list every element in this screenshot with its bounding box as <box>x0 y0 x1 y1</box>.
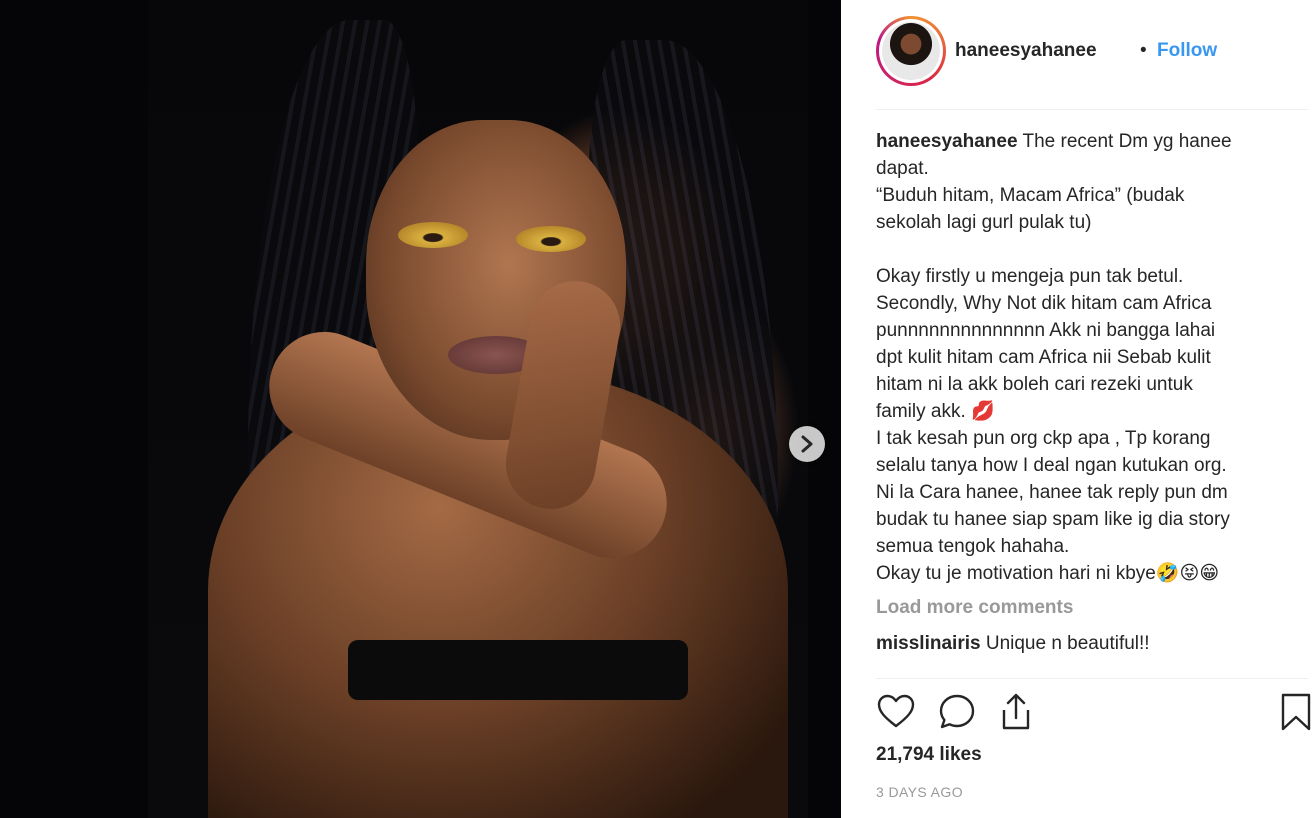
chevron-right-icon <box>801 435 813 453</box>
comment-bubble-icon <box>939 694 975 729</box>
photo-eye-right <box>516 226 586 252</box>
avatar-image <box>882 22 940 80</box>
next-image-button[interactable] <box>789 426 825 462</box>
comment-text: Unique n beautiful!! <box>980 633 1150 654</box>
post-caption: haneesyahanee The recent Dm yg hanee dap… <box>876 128 1286 587</box>
post-photo <box>148 0 808 818</box>
likes-count[interactable]: 21,794 likes <box>876 744 982 766</box>
action-bar <box>876 692 1311 734</box>
comment-item: misslinairis Unique n beautiful!! <box>876 633 1286 655</box>
photo-top <box>348 640 688 700</box>
avatar[interactable] <box>876 16 946 86</box>
comment-username[interactable]: misslinairis <box>876 633 981 654</box>
comment-button[interactable] <box>937 692 977 732</box>
actions-divider <box>876 678 1308 679</box>
comments-section: haneesyahanee The recent Dm yg hanee dap… <box>876 128 1286 655</box>
post-side-panel: haneesyahanee • Follow haneesyahanee The… <box>841 0 1313 818</box>
share-button[interactable] <box>996 692 1036 732</box>
caption-text: The recent Dm yg hanee dapat. “Buduh hit… <box>876 131 1232 584</box>
like-button[interactable] <box>876 692 916 732</box>
author-username[interactable]: haneesyahanee <box>955 40 1097 62</box>
post-header: haneesyahanee • Follow <box>876 14 1308 110</box>
heart-icon <box>877 694 915 728</box>
photo-eye-left <box>398 222 468 248</box>
caption-username[interactable]: haneesyahanee <box>876 131 1018 152</box>
follow-button[interactable]: Follow <box>1157 40 1217 62</box>
header-separator: • <box>1140 40 1147 61</box>
bookmark-icon <box>1281 693 1311 731</box>
post-media[interactable] <box>0 0 841 818</box>
save-button[interactable] <box>1276 692 1313 732</box>
share-icon <box>1002 693 1030 730</box>
load-more-comments-button[interactable]: Load more comments <box>876 597 1286 619</box>
avatar-frame <box>879 19 943 83</box>
post-timestamp[interactable]: 3 DAYS AGO <box>876 784 963 800</box>
